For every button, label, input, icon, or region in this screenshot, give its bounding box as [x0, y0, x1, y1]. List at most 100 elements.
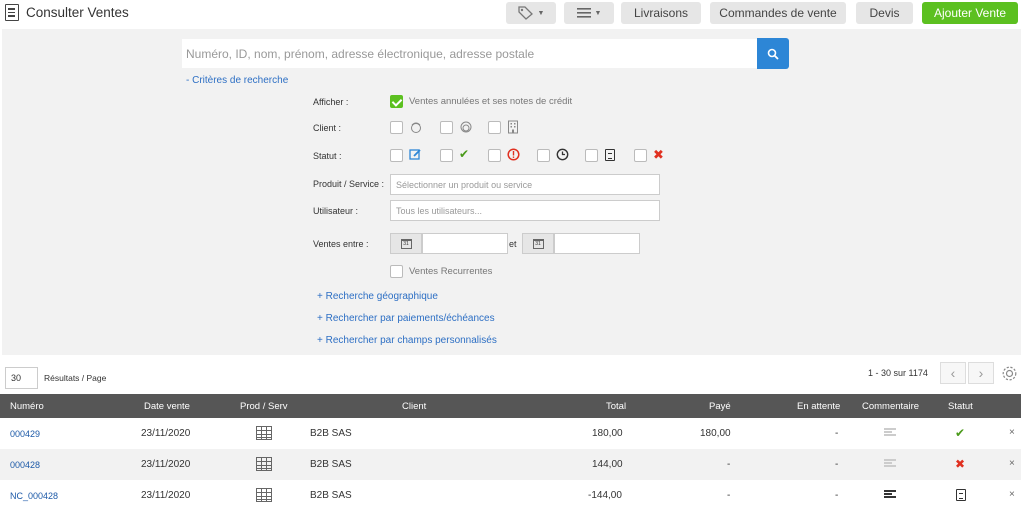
sale-number-link[interactable]: NC_000428 — [10, 491, 58, 501]
sale-date: 23/11/2020 — [141, 428, 191, 439]
calendar-icon: 31 — [532, 238, 544, 249]
ajouter-vente-button[interactable]: Ajouter Vente — [922, 2, 1018, 24]
per-page-input[interactable]: 30 — [5, 367, 38, 389]
end-date-field[interactable] — [554, 233, 640, 254]
total-amount: 144,00 — [592, 459, 623, 470]
statut-document-checkbox[interactable] — [585, 149, 598, 162]
header-date-vente[interactable]: Date vente — [144, 401, 190, 412]
search-icon — [767, 48, 779, 60]
top-header: Consulter Ventes ▼ ▼ Livraisons Commande… — [0, 0, 1024, 26]
pending-amount: - — [835, 490, 839, 501]
products-grid-icon[interactable] — [256, 488, 272, 502]
status-document-icon — [956, 489, 966, 501]
products-grid-icon[interactable] — [256, 457, 272, 471]
sales-document-icon — [5, 4, 19, 21]
search-panel: Numéro, ID, nom, prénom, adresse électro… — [2, 29, 1021, 355]
status-paid-icon: ✔ — [955, 426, 966, 440]
ventes-annulees-label: Ventes annulées et ses notes de crédit — [409, 96, 573, 107]
delete-row-button[interactable]: × — [1009, 427, 1015, 438]
afficher-label: Afficher : — [313, 97, 349, 107]
document-icon — [605, 149, 615, 161]
comment-icon[interactable] — [884, 459, 896, 469]
per-page-label: Résultats / Page — [44, 373, 107, 383]
statut-overdue-checkbox[interactable] — [488, 149, 501, 162]
statut-draft-checkbox[interactable] — [390, 149, 403, 162]
ventes-entre-label: Ventes entre : — [313, 239, 369, 249]
edit-icon — [409, 149, 421, 160]
menu-button[interactable]: ▼ — [564, 2, 614, 24]
search-criteria-link[interactable]: - Critères de recherche — [186, 75, 288, 86]
table-header: Numéro Date vente Prod / Serv Client Tot… — [0, 394, 1021, 418]
utilisateur-field[interactable]: Tous les utilisateurs... — [390, 200, 660, 221]
statut-cancelled-checkbox[interactable] — [634, 149, 647, 162]
pending-amount: - — [835, 459, 839, 470]
start-date-picker-button[interactable]: 31 — [390, 233, 422, 254]
client-company-checkbox[interactable] — [488, 121, 501, 134]
comment-icon[interactable] — [884, 490, 896, 500]
header-en-attente[interactable]: En attente — [797, 401, 840, 412]
chevron-down-icon: ▼ — [537, 9, 545, 17]
utilisateur-label: Utilisateur : — [313, 206, 359, 216]
previous-page-button[interactable]: ‹ — [940, 362, 966, 384]
pending-amount: - — [835, 428, 839, 439]
livraisons-button[interactable]: Livraisons — [621, 2, 701, 24]
comment-icon[interactable] — [884, 428, 896, 438]
man-face-icon — [411, 122, 421, 133]
header-total[interactable]: Total — [606, 401, 626, 412]
produit-service-field[interactable]: Sélectionner un produit ou service — [390, 174, 660, 195]
statut-paid-checkbox[interactable] — [440, 149, 453, 162]
chevron-right-icon: › — [978, 365, 984, 381]
et-label: et — [509, 239, 517, 249]
sale-number-link[interactable]: 000428 — [10, 460, 40, 470]
sale-number-link[interactable]: 000429 — [10, 429, 40, 439]
recherche-paiements-link[interactable]: + Rechercher par paiements/échéances — [317, 313, 495, 324]
client-boy-checkbox[interactable] — [390, 121, 403, 134]
search-button[interactable] — [757, 38, 789, 69]
total-amount: 180,00 — [592, 428, 623, 439]
calendar-icon: 31 — [400, 238, 412, 249]
header-statut[interactable]: Statut — [948, 401, 973, 412]
tag-filter-button[interactable]: ▼ — [506, 2, 556, 24]
ventes-recurrentes-label: Ventes Recurrentes — [409, 266, 493, 277]
devis-button[interactable]: Devis — [856, 2, 913, 24]
header-paye[interactable]: Payé — [709, 401, 731, 412]
client-name: B2B SAS — [310, 490, 352, 501]
search-input[interactable]: Numéro, ID, nom, prénom, adresse électro… — [182, 39, 759, 68]
delete-row-button[interactable]: × — [1009, 458, 1015, 469]
header-commentaire[interactable]: Commentaire — [862, 401, 919, 412]
gear-icon[interactable] — [1001, 365, 1018, 382]
client-woman-checkbox[interactable] — [440, 121, 453, 134]
table-row[interactable]: 000428 23/11/2020 B2B SAS 144,00 - - ✖ × — [0, 449, 1021, 480]
commandes-de-vente-button[interactable]: Commandes de vente — [710, 2, 846, 24]
sale-date: 23/11/2020 — [141, 459, 191, 470]
table-row[interactable]: 000429 23/11/2020 B2B SAS 180,00 180,00 … — [0, 418, 1021, 449]
building-icon — [508, 120, 518, 134]
ventes-annulees-checkbox[interactable] — [390, 95, 403, 108]
alert-icon — [507, 148, 520, 161]
header-client[interactable]: Client — [402, 401, 426, 412]
paid-amount: 180,00 — [700, 428, 731, 439]
end-date-picker-button[interactable]: 31 — [522, 233, 554, 254]
recherche-champs-link[interactable]: + Rechercher par champs personnalisés — [317, 335, 497, 346]
delete-row-button[interactable]: × — [1009, 489, 1015, 500]
menu-icon — [576, 8, 591, 18]
statut-pending-checkbox[interactable] — [537, 149, 550, 162]
table-row[interactable]: NC_000428 23/11/2020 B2B SAS -144,00 - -… — [0, 480, 1021, 511]
produit-service-label: Produit / Service : — [313, 179, 385, 189]
sale-date: 23/11/2020 — [141, 490, 191, 501]
header-numero[interactable]: Numéro — [10, 401, 44, 412]
client-name: B2B SAS — [310, 428, 352, 439]
paid-amount: - — [727, 490, 731, 501]
results-range: 1 - 30 sur 1174 — [868, 368, 928, 378]
ventes-recurrentes-checkbox[interactable] — [390, 265, 403, 278]
start-date-field[interactable] — [422, 233, 508, 254]
products-grid-icon[interactable] — [256, 426, 272, 440]
recherche-geographique-link[interactable]: + Recherche géographique — [317, 291, 438, 302]
chevron-left-icon: ‹ — [950, 365, 956, 381]
tag-icon — [517, 6, 533, 20]
page-title: Consulter Ventes — [26, 5, 129, 20]
status-cancelled-icon: ✖ — [955, 457, 966, 471]
header-prod-serv[interactable]: Prod / Serv — [240, 401, 288, 412]
total-amount: -144,00 — [588, 490, 622, 501]
next-page-button[interactable]: › — [968, 362, 994, 384]
